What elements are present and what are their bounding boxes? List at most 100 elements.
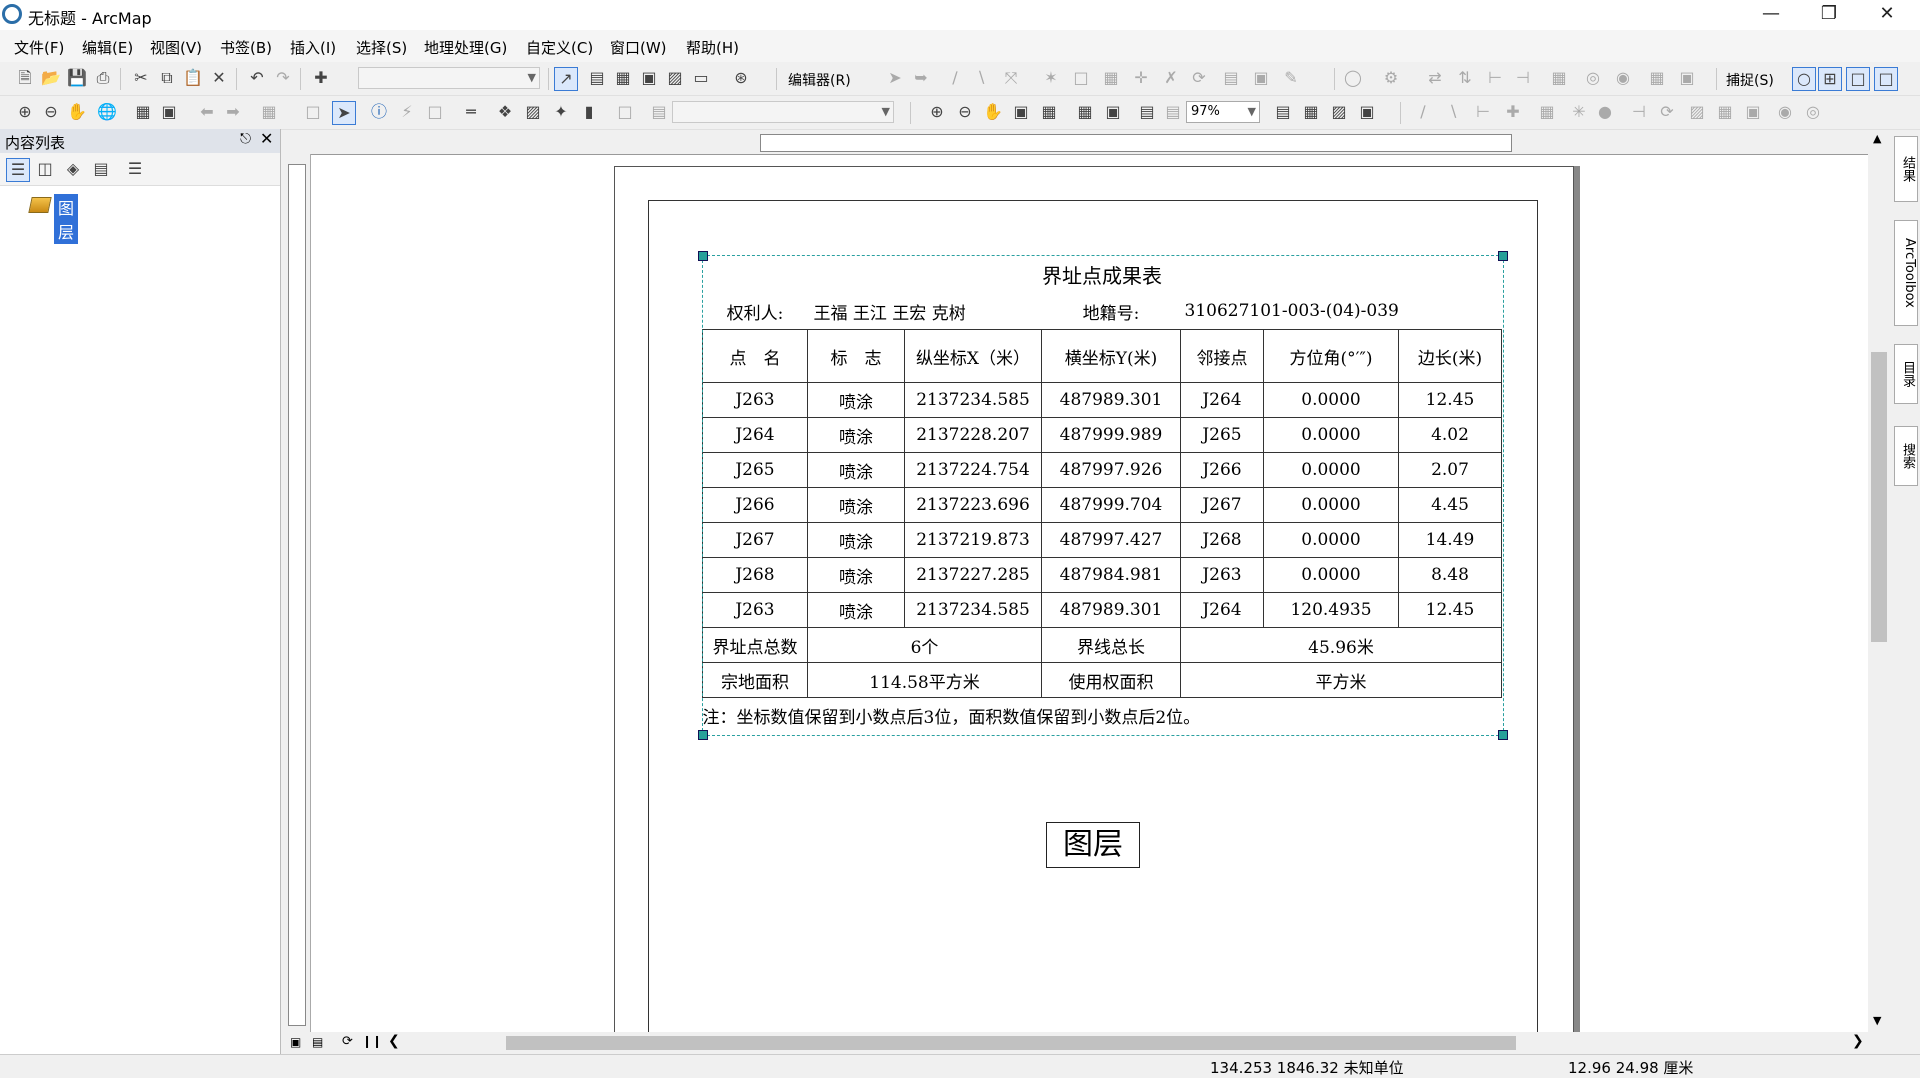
- edit-annotation-icon[interactable]: ➥: [910, 67, 932, 89]
- zoom-100-icon[interactable]: ▦: [1038, 101, 1060, 123]
- straight-segment-icon[interactable]: ∕: [944, 67, 966, 89]
- menu-bookmarks[interactable]: 书签(B): [220, 37, 272, 58]
- dimension-icon[interactable]: ▦: [1646, 67, 1668, 89]
- rotate-icon[interactable]: ⟳: [1188, 67, 1210, 89]
- arctoolbox-icon[interactable]: ▨: [664, 67, 686, 89]
- horizontal-scroll-thumb[interactable]: [506, 1036, 1516, 1050]
- fixed-layout-zoom-in-icon[interactable]: ▦: [1074, 101, 1096, 123]
- catalog-window-icon[interactable]: ▦: [612, 67, 634, 89]
- menu-file[interactable]: 文件(F): [14, 37, 64, 58]
- cogo-icon[interactable]: ▣: [1676, 67, 1698, 89]
- layer-label[interactable]: 图层: [54, 194, 79, 244]
- toggle-draft-icon[interactable]: ▤: [1272, 101, 1294, 123]
- layer-combo[interactable]: ▼: [672, 101, 894, 123]
- align-icon[interactable]: ⊢: [1472, 101, 1494, 123]
- print-icon[interactable]: ⎙: [92, 67, 114, 89]
- scale-combo[interactable]: ▼: [358, 67, 540, 89]
- resize-handle[interactable]: [1498, 730, 1508, 740]
- next-extent-icon[interactable]: ▤: [1162, 101, 1184, 123]
- toc-window-icon[interactable]: ▤: [586, 67, 608, 89]
- new-document-icon[interactable]: 🗎: [14, 67, 36, 89]
- link-icon[interactable]: ⊣: [1628, 101, 1650, 123]
- viewer-icon[interactable]: □: [614, 101, 636, 123]
- menu-geoprocessing[interactable]: 地理处理(G): [424, 37, 507, 58]
- grid-3-icon[interactable]: ▣: [1742, 101, 1764, 123]
- cut-polygons-icon[interactable]: ✛: [1130, 67, 1152, 89]
- cut-icon[interactable]: ✂: [130, 67, 152, 89]
- vertical-scrollbar[interactable]: ▲ ▼: [1868, 130, 1890, 1034]
- table-icon[interactable]: ⊣: [1512, 67, 1534, 89]
- zoom-whole-page-icon[interactable]: ▣: [1010, 101, 1032, 123]
- sparkle-icon[interactable]: ✳: [1568, 101, 1590, 123]
- scroll-down-icon[interactable]: ▼: [1873, 1014, 1881, 1027]
- vertex-snap-icon[interactable]: □: [1846, 67, 1870, 91]
- menu-edit[interactable]: 编辑(E): [82, 37, 133, 58]
- endpoint-arc-icon[interactable]: ∖: [970, 67, 992, 89]
- georef-icon[interactable]: ◯: [1342, 67, 1364, 89]
- resize-handle[interactable]: [698, 730, 708, 740]
- back-extent-icon[interactable]: ⬅: [196, 101, 218, 123]
- previous-extent-icon[interactable]: ▤: [1136, 101, 1158, 123]
- change-layout-icon[interactable]: ▨: [1328, 101, 1350, 123]
- shield-icon[interactable]: ◎: [1802, 101, 1824, 123]
- attributes-icon[interactable]: ▤: [1220, 67, 1242, 89]
- select-elements-icon[interactable]: ➤: [332, 101, 356, 125]
- list-by-selection-icon[interactable]: ▤: [90, 158, 112, 180]
- identify-icon[interactable]: ⓘ: [368, 101, 390, 123]
- draw-curve-icon[interactable]: ∖: [1442, 101, 1464, 123]
- save-icon[interactable]: 💾: [66, 67, 88, 89]
- select-features-icon[interactable]: ▦: [258, 101, 280, 123]
- dock-tab-arctoolbox[interactable]: ArcToolbox: [1894, 220, 1918, 326]
- sphere-icon[interactable]: ●: [1594, 101, 1616, 123]
- minimize-button[interactable]: —: [1742, 0, 1800, 30]
- dock-tab-catalog[interactable]: 目录: [1894, 344, 1918, 404]
- paste-icon[interactable]: 📋: [182, 67, 204, 89]
- data-driven-pages-icon[interactable]: ▣: [1356, 101, 1378, 123]
- python-window-icon[interactable]: ▭: [690, 67, 712, 89]
- split-icon[interactable]: ✗: [1160, 67, 1182, 89]
- zoom-in-icon[interactable]: ⊕: [14, 101, 36, 123]
- spatial-adjust-icon[interactable]: ⇄: [1424, 67, 1446, 89]
- edit-tool-icon[interactable]: ➤: [884, 67, 906, 89]
- menu-customize[interactable]: 自定义(C): [526, 37, 593, 58]
- close-panel-icon[interactable]: ✕: [260, 129, 273, 148]
- clear-selection-icon[interactable]: □: [302, 101, 324, 123]
- point-icon[interactable]: ✶: [1040, 67, 1062, 89]
- pan-icon[interactable]: ✋: [66, 101, 88, 123]
- end-snap-icon[interactable]: ⊞: [1818, 67, 1842, 91]
- toc-options-icon[interactable]: ☰: [124, 158, 146, 180]
- layout-zoom-in-icon[interactable]: ⊕: [926, 101, 948, 123]
- edit-vertices-icon[interactable]: □: [1070, 67, 1092, 89]
- zoom-out-icon[interactable]: ⊖: [40, 101, 62, 123]
- topology-icon[interactable]: ⚙: [1380, 67, 1402, 89]
- scroll-left-icon[interactable]: ❮: [388, 1033, 400, 1049]
- selection-box[interactable]: [698, 251, 1508, 740]
- create-features-icon[interactable]: ✎: [1280, 67, 1302, 89]
- menu-insert[interactable]: 插入(I): [290, 37, 336, 58]
- list-by-drawing-order-icon[interactable]: ☰: [6, 158, 30, 182]
- scroll-right-icon[interactable]: ❯: [1852, 1033, 1864, 1049]
- list-by-source-icon[interactable]: ◫: [34, 158, 56, 180]
- time-slider-icon[interactable]: ▮: [578, 101, 600, 123]
- scroll-up-icon[interactable]: ▲: [1873, 132, 1881, 145]
- open-icon[interactable]: 📂: [40, 67, 62, 89]
- restore-button[interactable]: ❐: [1800, 0, 1858, 30]
- data-view-icon[interactable]: ▤: [312, 1035, 323, 1049]
- layout-view-icon[interactable]: ▣: [290, 1035, 301, 1049]
- draw-line-icon[interactable]: ∕: [1412, 101, 1434, 123]
- menu-view[interactable]: 视图(V): [150, 37, 202, 58]
- network-icon[interactable]: ▨: [1686, 101, 1708, 123]
- find-icon[interactable]: ❖: [494, 101, 516, 123]
- limit-adjust-icon[interactable]: ⊢: [1484, 67, 1506, 89]
- globe-icon[interactable]: ◉: [1774, 101, 1796, 123]
- full-extent-icon[interactable]: 🌐: [96, 101, 118, 123]
- layer-text-element[interactable]: 图层: [1046, 822, 1140, 868]
- grid-icon[interactable]: ▦: [1536, 101, 1558, 123]
- redo-icon[interactable]: ↷: [272, 67, 294, 89]
- menu-help[interactable]: 帮助(H): [686, 37, 739, 58]
- menu-selection[interactable]: 选择(S): [356, 37, 407, 58]
- undo-icon[interactable]: ↶: [246, 67, 268, 89]
- add-data-icon[interactable]: ✚: [310, 67, 332, 89]
- generalize-icon[interactable]: ◎: [1582, 67, 1604, 89]
- layer-select-icon[interactable]: ▤: [648, 101, 670, 123]
